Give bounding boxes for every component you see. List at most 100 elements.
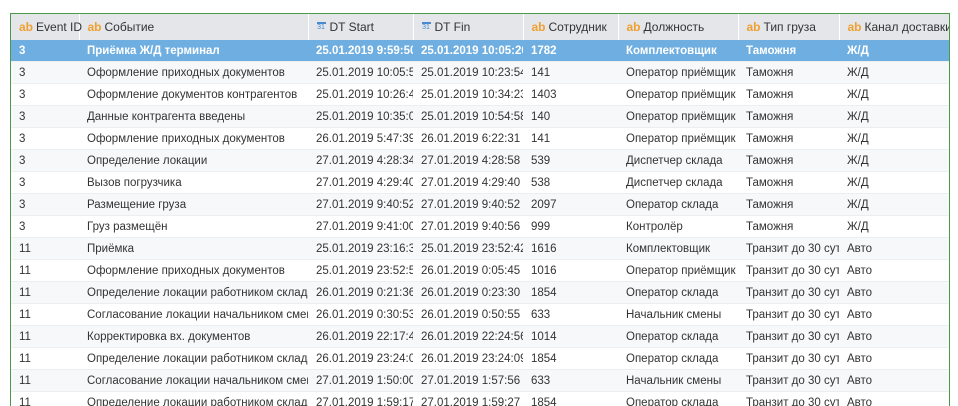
cell-delivery-channel[interactable]: Ж/Д: [839, 61, 949, 84]
cell-delivery-channel[interactable]: Авто: [839, 303, 949, 326]
cell-dt-fin[interactable]: 25.01.2019 10:05:20: [413, 40, 523, 62]
cell-delivery-channel[interactable]: Ж/Д: [839, 127, 949, 150]
cell-event-id[interactable]: 11: [11, 237, 79, 260]
cell-dt-start[interactable]: 25.01.2019 10:35:08: [308, 105, 413, 128]
cell-dt-fin[interactable]: 26.01.2019 0:23:30: [413, 281, 523, 304]
cell-position[interactable]: Оператор приёмщик: [618, 259, 738, 282]
cell-dt-start[interactable]: 26.01.2019 5:47:39: [308, 127, 413, 150]
cell-dt-start[interactable]: 27.01.2019 4:29:40: [308, 171, 413, 194]
table-row[interactable]: 3 Размещение груза 27.01.2019 9:40:52 27.01…: [11, 193, 949, 216]
cell-dt-fin[interactable]: 27.01.2019 1:59:27: [413, 391, 523, 406]
cell-position[interactable]: Комплектовщик: [618, 237, 738, 260]
cell-employee[interactable]: 1782: [523, 40, 618, 62]
cell-delivery-channel[interactable]: Ж/Д: [839, 105, 949, 128]
cell-position[interactable]: Контролёр: [618, 215, 738, 238]
cell-delivery-channel[interactable]: Ж/Д: [839, 193, 949, 216]
cell-employee[interactable]: 1014: [523, 325, 618, 348]
cell-event[interactable]: Размещение груза: [79, 193, 308, 216]
cell-event-id[interactable]: 11: [11, 259, 79, 282]
cell-position[interactable]: Оператор приёмщик: [618, 61, 738, 84]
cell-position[interactable]: Оператор приёмщик: [618, 127, 738, 150]
cell-dt-fin[interactable]: 26.01.2019 0:05:45: [413, 259, 523, 282]
cell-event-id[interactable]: 3: [11, 127, 79, 150]
cell-cargo-type[interactable]: Транзит до 30 сут: [738, 369, 839, 392]
cell-delivery-channel[interactable]: Авто: [839, 369, 949, 392]
cell-event-id[interactable]: 11: [11, 303, 79, 326]
table-row[interactable]: 11 Согласование локации начальником смены…: [11, 303, 949, 326]
cell-cargo-type[interactable]: Таможня: [738, 215, 839, 238]
table-row[interactable]: 3 Данные контрагента введены 25.01.2019 10…: [11, 105, 949, 128]
cell-delivery-channel[interactable]: Ж/Д: [839, 40, 949, 62]
cell-delivery-channel[interactable]: Авто: [839, 325, 949, 348]
cell-delivery-channel[interactable]: Авто: [839, 347, 949, 370]
table-row[interactable]: 3 Оформление документов контрагентов 25.01…: [11, 83, 949, 106]
cell-event[interactable]: Груз размещён: [79, 215, 308, 238]
cell-delivery-channel[interactable]: Авто: [839, 391, 949, 406]
cell-cargo-type[interactable]: Транзит до 30 сут: [738, 325, 839, 348]
cell-cargo-type[interactable]: Транзит до 30 сут: [738, 391, 839, 406]
cell-position[interactable]: Оператор склада: [618, 281, 738, 304]
cell-cargo-type[interactable]: Таможня: [738, 83, 839, 106]
table-row[interactable]: 11 Оформление приходных документов 25.01.2…: [11, 259, 949, 282]
table-row[interactable]: 11 Согласование локации начальником смены…: [11, 369, 949, 392]
cell-position[interactable]: Комплектовщик: [618, 40, 738, 62]
cell-dt-fin[interactable]: 25.01.2019 10:34:23: [413, 83, 523, 106]
cell-event[interactable]: Определение локации: [79, 149, 308, 172]
cell-dt-fin[interactable]: 27.01.2019 9:40:56: [413, 215, 523, 238]
cell-dt-start[interactable]: 27.01.2019 9:41:00: [308, 215, 413, 238]
table-row[interactable]: 3 Оформление приходных документов 25.01.20…: [11, 61, 949, 84]
cell-position[interactable]: Оператор приёмщик: [618, 83, 738, 106]
cell-dt-start[interactable]: 27.01.2019 9:40:52: [308, 193, 413, 216]
cell-employee[interactable]: 1016: [523, 259, 618, 282]
cell-cargo-type[interactable]: Транзит до 30 сут: [738, 237, 839, 260]
cell-cargo-type[interactable]: Транзит до 30 сут: [738, 281, 839, 304]
cell-dt-start[interactable]: 27.01.2019 1:59:17: [308, 391, 413, 406]
cell-event-id[interactable]: 3: [11, 83, 79, 106]
cell-event-id[interactable]: 11: [11, 281, 79, 304]
cell-event[interactable]: Согласование локации начальником смены: [79, 369, 308, 392]
column-header-event[interactable]: ab Событие: [79, 14, 309, 40]
table-row[interactable]: 11 Определение локации работником склада 2…: [11, 281, 949, 304]
cell-delivery-channel[interactable]: Ж/Д: [839, 215, 949, 238]
cell-event[interactable]: Определение локации работником склада: [79, 391, 308, 406]
cell-event-id[interactable]: 3: [11, 149, 79, 172]
cell-dt-start[interactable]: 26.01.2019 0:30:53: [308, 303, 413, 326]
cell-event[interactable]: Оформление приходных документов: [79, 61, 308, 84]
cell-dt-start[interactable]: 26.01.2019 22:17:42: [308, 325, 413, 348]
cell-position[interactable]: Начальник смены: [618, 369, 738, 392]
cell-event[interactable]: Приёмка Ж/Д терминал: [79, 40, 308, 62]
cell-cargo-type[interactable]: Транзит до 30 сут: [738, 259, 839, 282]
table-row[interactable]: 11 Определение локации работником склада 2…: [11, 391, 949, 406]
cell-position[interactable]: Оператор склада: [618, 347, 738, 370]
cell-event[interactable]: Вызов погрузчика: [79, 171, 308, 194]
cell-position[interactable]: Оператор приёмщик: [618, 105, 738, 128]
cell-dt-start[interactable]: 25.01.2019 10:26:41: [308, 83, 413, 106]
cell-dt-fin[interactable]: 26.01.2019 0:50:55: [413, 303, 523, 326]
cell-event[interactable]: Оформление приходных документов: [79, 259, 308, 282]
cell-dt-start[interactable]: 26.01.2019 0:21:36: [308, 281, 413, 304]
cell-delivery-channel[interactable]: Авто: [839, 281, 949, 304]
cell-employee[interactable]: 538: [523, 171, 618, 194]
cell-delivery-channel[interactable]: Авто: [839, 259, 949, 282]
cell-position[interactable]: Оператор склада: [618, 193, 738, 216]
cell-cargo-type[interactable]: Таможня: [738, 149, 839, 172]
table-row[interactable]: 11 Корректировка вх. документов 26.01.2019…: [11, 325, 949, 348]
cell-event[interactable]: Приёмка: [79, 237, 308, 260]
cell-dt-fin[interactable]: 27.01.2019 4:28:58: [413, 149, 523, 172]
column-header-dt-start[interactable]: 31 DT Start: [308, 14, 414, 40]
column-header-employee[interactable]: ab Сотрудник: [523, 14, 619, 40]
cell-event[interactable]: Оформление документов контрагентов: [79, 83, 308, 106]
cell-event-id[interactable]: 11: [11, 369, 79, 392]
table-row[interactable]: 3 Вызов погрузчика 27.01.2019 4:29:40 27.01…: [11, 171, 949, 194]
cell-position[interactable]: Начальник смены: [618, 303, 738, 326]
cell-event-id[interactable]: 3: [11, 193, 79, 216]
cell-employee[interactable]: 1403: [523, 83, 618, 106]
cell-position[interactable]: Оператор склада: [618, 391, 738, 406]
column-header-event-id[interactable]: ab Event ID: [11, 14, 82, 40]
cell-delivery-channel[interactable]: Ж/Д: [839, 83, 949, 106]
cell-cargo-type[interactable]: Транзит до 30 сут: [738, 303, 839, 326]
table-row[interactable]: 3 Оформление приходных документов 26.01.20…: [11, 127, 949, 150]
cell-event-id[interactable]: 11: [11, 325, 79, 348]
cell-employee[interactable]: 1616: [523, 237, 618, 260]
cell-event-id[interactable]: 3: [11, 215, 79, 238]
